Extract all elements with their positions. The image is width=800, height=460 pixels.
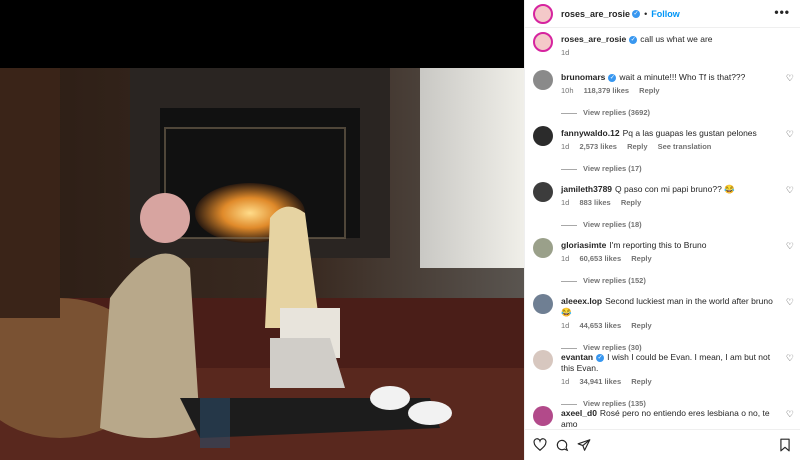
post-header: roses_are_rosie ✓ • Follow ••• (525, 0, 800, 28)
reply-button[interactable]: Reply (621, 198, 641, 207)
verified-badge-icon: ✓ (596, 353, 605, 362)
commenter-username[interactable]: fannywaldo.12 (561, 128, 620, 138)
reply-button[interactable]: Reply (631, 254, 651, 263)
comment-item: jamileth3789 Q paso con mi papi bruno?? 😂… (525, 178, 800, 234)
commenter-avatar[interactable] (533, 238, 553, 258)
comment-text: axeel_d0 Rosé pero no entiendo eres lesbi… (561, 402, 790, 428)
comment-time: 10h (561, 86, 574, 95)
reply-button[interactable]: Reply (631, 377, 651, 386)
comment-like-heart-icon[interactable]: ♡ (786, 409, 794, 420)
like-heart-icon[interactable] (533, 438, 547, 452)
comment-item: gloriasimte I'm reporting this to Bruno 1… (525, 234, 800, 290)
post-photo (0, 68, 524, 460)
separator-dot: • (644, 8, 648, 19)
comment-meta: 1d 2,573 likes Reply See translation (561, 142, 790, 151)
commenter-avatar[interactable] (533, 406, 553, 426)
verified-badge-icon: ✓ (632, 9, 641, 18)
comment-likes[interactable]: 2,573 likes (579, 142, 617, 151)
view-replies-button[interactable]: View replies (18) (561, 220, 790, 231)
comment-item: evantan ✓ I wish I could be Evan. I mean, … (525, 346, 800, 408)
comment-icon[interactable] (555, 438, 569, 452)
more-options-icon[interactable]: ••• (774, 5, 790, 19)
comment-text: fannywaldo.12 Pq a las guapas les gustan … (561, 122, 790, 139)
comment-time: 1d (561, 198, 570, 207)
post-media (0, 0, 524, 460)
comment-meta: 1d 34,941 likes Reply (561, 377, 790, 386)
reply-button[interactable]: Reply (631, 321, 651, 330)
comment-body: Pq a las guapas les gustan pelones (622, 128, 757, 138)
see-translation-button[interactable]: See translation (658, 142, 712, 151)
comment-time: 1d (561, 142, 570, 151)
view-replies-button[interactable]: View replies (17) (561, 164, 790, 175)
commenter-avatar[interactable] (533, 182, 553, 202)
action-bar (525, 429, 800, 460)
comment-text: gloriasimte I'm reporting this to Bruno (561, 234, 790, 251)
comment-likes[interactable]: 118,379 likes (584, 86, 629, 95)
author-avatar[interactable] (533, 3, 553, 24)
commenter-username[interactable]: aleeex.lop (561, 296, 602, 306)
commenter-avatar[interactable] (533, 294, 553, 314)
reply-button[interactable]: Reply (639, 86, 659, 95)
comment-text: jamileth3789 Q paso con mi papi bruno?? 😂 (561, 178, 790, 195)
comment-time: 1d (561, 377, 570, 386)
comment-item: fannywaldo.12 Pq a las guapas les gustan … (525, 122, 800, 178)
comment-likes[interactable]: 34,941 likes (579, 377, 621, 386)
comment-text: evantan ✓ I wish I could be Evan. I mean, … (561, 346, 790, 374)
comment-meta: 1d 883 likes Reply (561, 198, 790, 207)
commenter-avatar[interactable] (533, 350, 553, 370)
comment-text: brunomars ✓ wait a minute!!! Who Tf is tha… (561, 66, 790, 83)
comment-meta: 1d 44,653 likes Reply (561, 321, 790, 330)
comment-text: aleeex.lop Second luckiest man in the wor… (561, 290, 790, 318)
comment-like-heart-icon[interactable]: ♡ (786, 241, 794, 252)
comment-item: brunomars ✓ wait a minute!!! Who Tf is tha… (525, 66, 800, 122)
commenter-username[interactable]: evantan (561, 352, 593, 362)
comment-body: wait a minute!!! Who Tf is that??? (619, 72, 746, 82)
commenter-username[interactable]: axeel_d0 (561, 408, 597, 418)
caption-username[interactable]: roses_are_rosie (561, 34, 626, 44)
caption-meta: 1d (561, 48, 570, 57)
caption-avatar[interactable] (533, 32, 553, 52)
verified-badge-icon: ✓ (608, 73, 617, 82)
comment-like-heart-icon[interactable]: ♡ (786, 185, 794, 196)
comment-like-heart-icon[interactable]: ♡ (786, 353, 794, 364)
author-username[interactable]: roses_are_rosie (561, 9, 630, 19)
comment-likes[interactable]: 44,653 likes (579, 321, 621, 330)
caption-body: call us what we are (640, 34, 713, 44)
follow-button[interactable]: Follow (651, 9, 680, 19)
comment-like-heart-icon[interactable]: ♡ (786, 73, 794, 84)
commenter-username[interactable]: gloriasimte (561, 240, 606, 250)
commenter-username[interactable]: brunomars (561, 72, 605, 82)
verified-badge-icon: ✓ (629, 35, 638, 44)
commenter-avatar[interactable] (533, 126, 553, 146)
comment-item: axeel_d0 Rosé pero no entiendo eres lesbi… (525, 402, 800, 428)
comment-likes[interactable]: 60,653 likes (579, 254, 621, 263)
comment-likes[interactable]: 883 likes (579, 198, 610, 207)
commenter-username[interactable]: jamileth3789 (561, 184, 612, 194)
commenter-avatar[interactable] (533, 70, 553, 90)
caption-text: roses_are_rosie ✓ call us what we are (561, 28, 790, 45)
share-icon[interactable] (577, 438, 591, 452)
view-replies-button[interactable]: View replies (3692) (561, 108, 790, 119)
comment-meta: 1d 60,653 likes Reply (561, 254, 790, 263)
reply-button[interactable]: Reply (627, 142, 647, 151)
view-replies-button[interactable]: View replies (152) (561, 276, 790, 287)
comments-panel: roses_are_rosie ✓ • Follow ••• roses_are… (524, 0, 800, 460)
comment-like-heart-icon[interactable]: ♡ (786, 297, 794, 308)
comments-list: roses_are_rosie ✓ call us what we are 1d b… (525, 28, 800, 428)
comment-like-heart-icon[interactable]: ♡ (786, 129, 794, 140)
comment-meta: 10h 118,379 likes Reply (561, 86, 790, 95)
comment-time: 1d (561, 321, 570, 330)
bookmark-icon[interactable] (778, 438, 792, 452)
comment-body: I'm reporting this to Bruno (609, 240, 707, 250)
comment-time: 1d (561, 254, 570, 263)
caption-item: roses_are_rosie ✓ call us what we are 1d (525, 28, 800, 66)
comment-item: aleeex.lop Second luckiest man in the wor… (525, 290, 800, 352)
comment-body: Q paso con mi papi bruno?? 😂 (615, 184, 735, 194)
